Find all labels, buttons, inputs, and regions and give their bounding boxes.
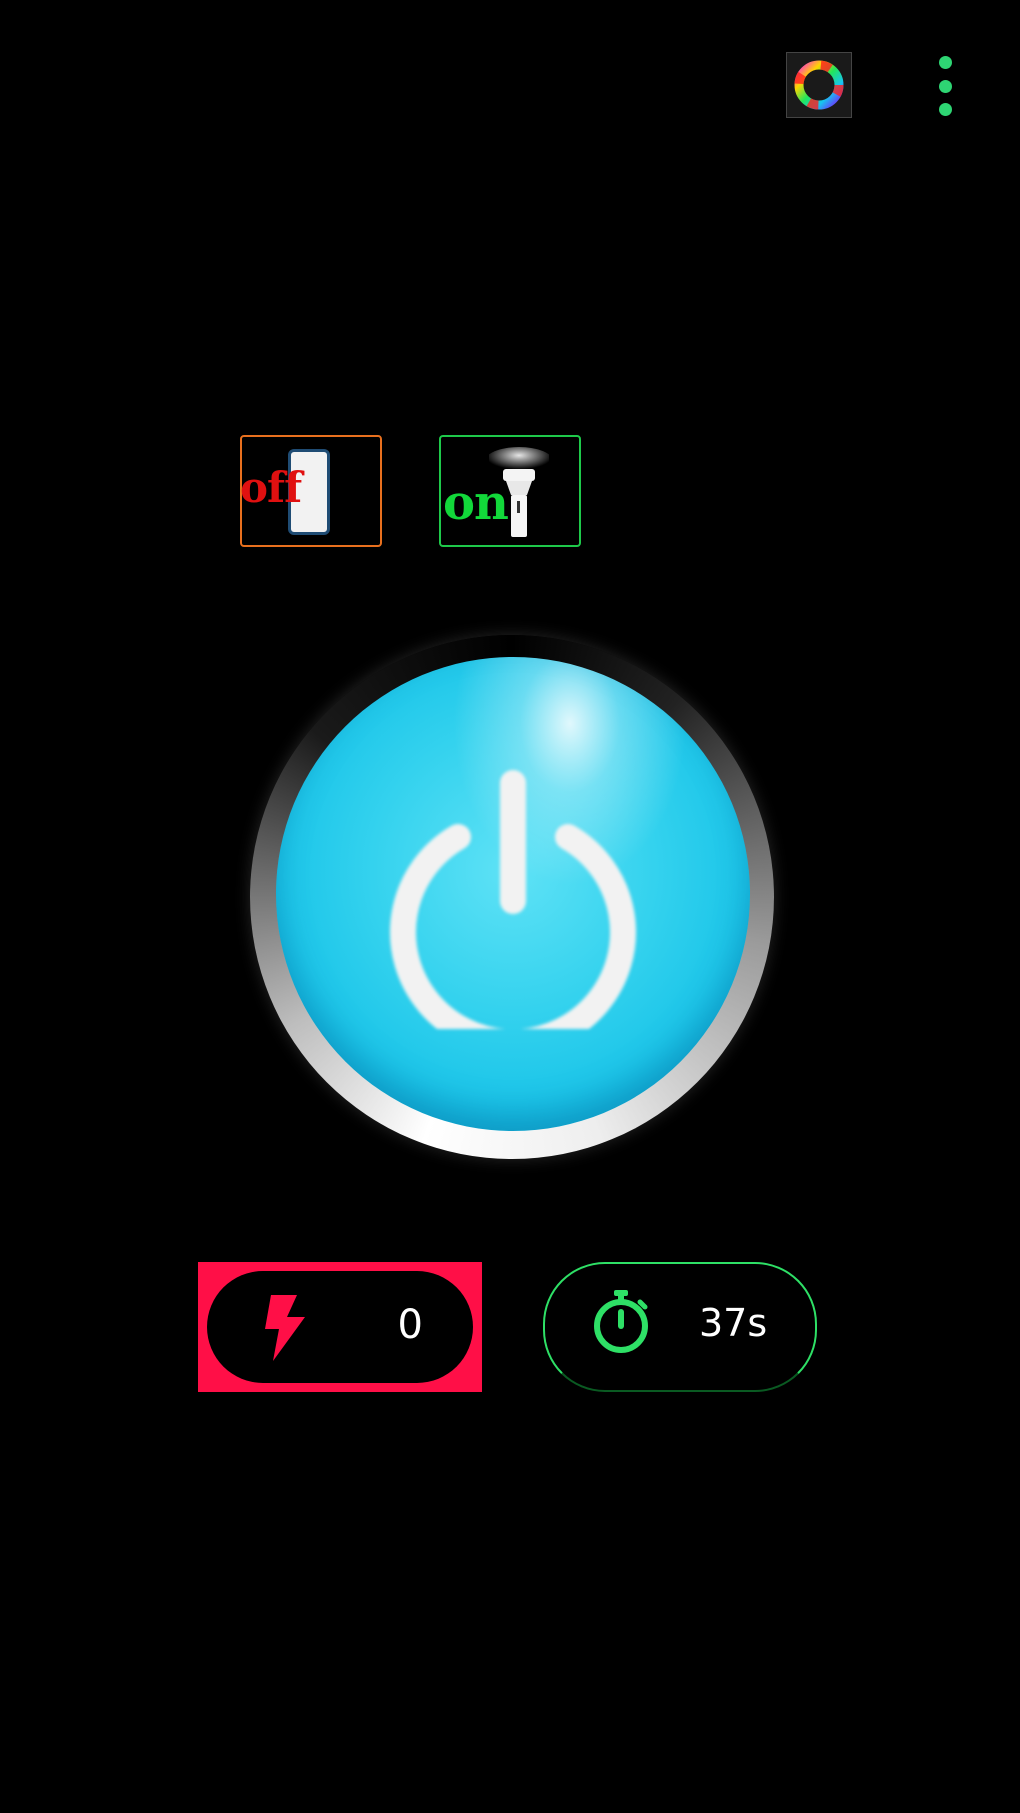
- power-button-face: [276, 657, 750, 1131]
- power-icon: [390, 770, 636, 1029]
- color-picker-button[interactable]: [786, 52, 852, 118]
- lightning-bolt-icon: [265, 1295, 305, 1361]
- flashlight-state-label: on: [443, 475, 509, 531]
- color-wheel-icon: [794, 60, 844, 110]
- power-button[interactable]: [250, 635, 774, 1159]
- menu-dot: [938, 103, 952, 116]
- flashlight-toggle[interactable]: on: [439, 435, 581, 547]
- flash-count-panel: 0: [198, 1262, 482, 1392]
- overflow-menu-button[interactable]: [925, 56, 965, 116]
- timer-value: 37s: [699, 1301, 768, 1345]
- menu-dot: [938, 79, 952, 93]
- screen-light-state-label: off: [240, 463, 302, 512]
- flash-count-value: 0: [397, 1302, 423, 1348]
- stopwatch-icon: [594, 1290, 648, 1353]
- flash-count-pill: 0: [207, 1271, 473, 1383]
- overflow-menu-icon: [938, 56, 952, 69]
- timer-button[interactable]: 37s: [543, 1262, 817, 1392]
- screen-light-toggle[interactable]: off: [240, 435, 382, 547]
